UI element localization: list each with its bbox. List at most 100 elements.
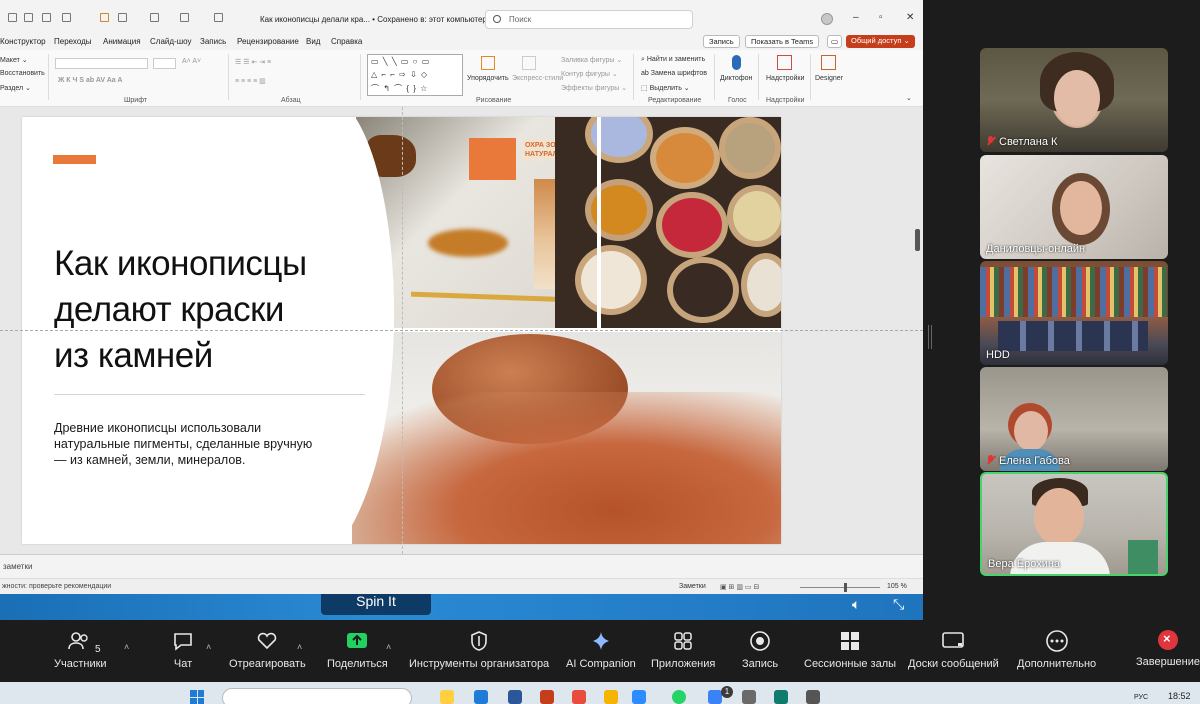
app-icon[interactable] [742, 690, 756, 704]
ai-companion-button[interactable]: AI Companion [566, 630, 636, 670]
zoom-slider-thumb[interactable] [844, 583, 847, 592]
powerpoint-icon[interactable] [540, 690, 554, 704]
close-icon[interactable]: ✕ [906, 13, 914, 23]
find-replace-button[interactable]: ⌕ Найти и заменить [641, 56, 705, 64]
panel-resize-handle[interactable] [928, 325, 932, 349]
share-access-button[interactable]: Общий доступ ⌄ [846, 35, 915, 48]
speaker-icon[interactable]: 🔈︎ [852, 596, 860, 613]
react-caret-icon[interactable]: ˄ [297, 642, 302, 652]
dictate-button[interactable]: Диктофон [720, 75, 752, 82]
shapes-icon[interactable] [150, 13, 159, 22]
font-size-combo[interactable] [153, 58, 176, 69]
shape-effects-button[interactable]: Эффекты фигуры ⌄ [561, 84, 627, 92]
share-caret-icon[interactable]: ˄ [386, 642, 391, 652]
breakout-rooms-button[interactable]: Сессионные залы [804, 630, 896, 670]
whatsapp-icon[interactable] [672, 690, 686, 704]
format-painter-icon[interactable] [100, 13, 109, 22]
spin-it-button[interactable]: Spin It [321, 594, 431, 615]
participant-tile-active-speaker[interactable]: Вера Ерохина [980, 472, 1168, 576]
slide-title[interactable]: Как иконописцы делают краски из камней [54, 241, 307, 379]
account-avatar[interactable] [821, 13, 833, 25]
zoom-icon[interactable] [632, 690, 646, 704]
app-icon[interactable] [774, 690, 788, 704]
table-icon[interactable] [180, 13, 189, 22]
document-title[interactable]: Как иконописцы делали кра... • Сохранено… [260, 15, 496, 24]
search-input[interactable]: Поиск [485, 10, 693, 29]
customize-qat-icon[interactable] [214, 13, 223, 22]
slide-body-text[interactable]: Древние иконописцы использовали натураль… [54, 420, 354, 468]
tab-help[interactable]: Справка [331, 37, 362, 46]
reset-button[interactable]: Восстановить [0, 70, 45, 77]
quick-access-icon[interactable] [118, 13, 127, 22]
participants-caret-icon[interactable]: ˄ [124, 642, 129, 652]
shape-outline-button[interactable]: Контур фигуры ⌄ [561, 70, 618, 78]
explorer-icon[interactable] [440, 690, 454, 704]
maximize-icon[interactable]: ▫ [879, 13, 883, 23]
chat-caret-icon[interactable]: ˄ [206, 642, 211, 652]
layout-button[interactable]: Макет ⌄ [0, 56, 28, 64]
tab-animations[interactable]: Анимация [103, 37, 141, 46]
word-icon[interactable] [508, 690, 522, 704]
font-grow-shrink-icon[interactable]: A˄ A˅ [182, 58, 201, 65]
save-icon[interactable] [24, 13, 33, 22]
minimize-icon[interactable]: – [853, 13, 859, 23]
quick-styles-button[interactable]: Экспресс-стили [512, 75, 563, 82]
select-button[interactable]: ⬚ Выделить ⌄ [641, 84, 690, 92]
redo-icon[interactable] [62, 13, 71, 22]
present-in-teams-button[interactable]: Показать в Teams [745, 35, 820, 48]
app-icon[interactable] [806, 690, 820, 704]
participant-tile[interactable]: Елена Габова [980, 367, 1168, 471]
end-meeting-button[interactable]: × Завершение [1136, 630, 1200, 668]
ribbon-collapse-icon[interactable]: ⌄ [906, 94, 912, 102]
zoom-slider[interactable] [800, 587, 880, 588]
notes-toggle[interactable]: Заметки [679, 583, 706, 590]
tab-view[interactable]: Вид [306, 37, 320, 46]
arrange-button[interactable]: Упорядочить [467, 75, 509, 82]
tab-design[interactable]: Конструктор [0, 37, 46, 46]
chat-button[interactable]: Чат [172, 630, 194, 670]
tab-review[interactable]: Рецензирование [237, 37, 299, 46]
align-icons[interactable]: ≡ ≡ ≡ ≡ ▥ [235, 77, 266, 85]
designer-button[interactable]: Designer [815, 75, 843, 82]
participant-tile[interactable]: HDD [980, 261, 1168, 365]
accessibility-status[interactable]: жности: проверьте рекомендации [2, 583, 111, 590]
more-button[interactable]: Дополнительно [1017, 630, 1096, 670]
app-icon[interactable] [572, 690, 586, 704]
shape-fill-button[interactable]: Заливка фигуры ⌄ [561, 56, 622, 64]
undo-icon[interactable] [42, 13, 51, 22]
addins-button[interactable]: Надстройки [766, 75, 804, 82]
notes-pane[interactable]: заметки [0, 554, 923, 578]
participant-tile[interactable]: Даниловцы-онлайн [980, 155, 1168, 259]
tab-record[interactable]: Запись [200, 37, 226, 46]
font-style-icons[interactable]: Ж К Ч S ab AV Aa A [58, 77, 122, 84]
zoom-level[interactable]: 105 % [887, 583, 907, 590]
record-button[interactable]: Запись [703, 35, 740, 48]
view-buttons[interactable]: ▣ ⊞ ▥ ▭ ⊟ [720, 583, 759, 591]
record-icon [750, 631, 770, 651]
fullscreen-icon[interactable]: ⤡ [893, 596, 904, 613]
whiteboards-button[interactable]: Доски сообщений [908, 630, 999, 670]
edge-icon[interactable] [474, 690, 488, 704]
participant-tile[interactable]: Светлана К [980, 48, 1168, 152]
autosave-icon[interactable] [8, 13, 17, 22]
tab-transitions[interactable]: Переходы [54, 37, 92, 46]
react-button[interactable]: Отреагировать [229, 630, 306, 670]
shapes-gallery[interactable]: ▭ ╲ ╲ ▭ ○ ▭ △ ⌐ ⌐ ⇨ ⇩ ◇ ⌒ ↰ ⌒ { } ☆ [367, 54, 463, 96]
font-name-combo[interactable] [55, 58, 148, 69]
windows-start-icon[interactable] [190, 690, 204, 704]
taskbar-search-box[interactable] [222, 688, 412, 704]
vertical-scrollbar-thumb[interactable] [915, 229, 920, 251]
comments-icon[interactable]: ▭ [827, 35, 843, 48]
section-button[interactable]: Раздел ⌄ [0, 84, 31, 92]
list-icons[interactable]: ☰ ☰ ⇤ ⇥ ≡ [235, 58, 271, 66]
taskbar-clock[interactable]: 18:52 [1168, 691, 1191, 701]
apps-button[interactable]: Приложения [651, 630, 715, 670]
host-tools-button[interactable]: Инструменты организатора [409, 630, 549, 670]
share-screen-button[interactable]: Поделиться [327, 630, 388, 670]
app-icon[interactable] [708, 690, 722, 704]
replace-fonts-button[interactable]: ab Замена шрифтов [641, 70, 707, 77]
tab-slideshow[interactable]: Слайд-шоу [150, 37, 191, 46]
app-icon[interactable] [604, 690, 618, 704]
record-meeting-button[interactable]: Запись [742, 630, 778, 670]
input-language[interactable]: РУС [1134, 694, 1148, 701]
